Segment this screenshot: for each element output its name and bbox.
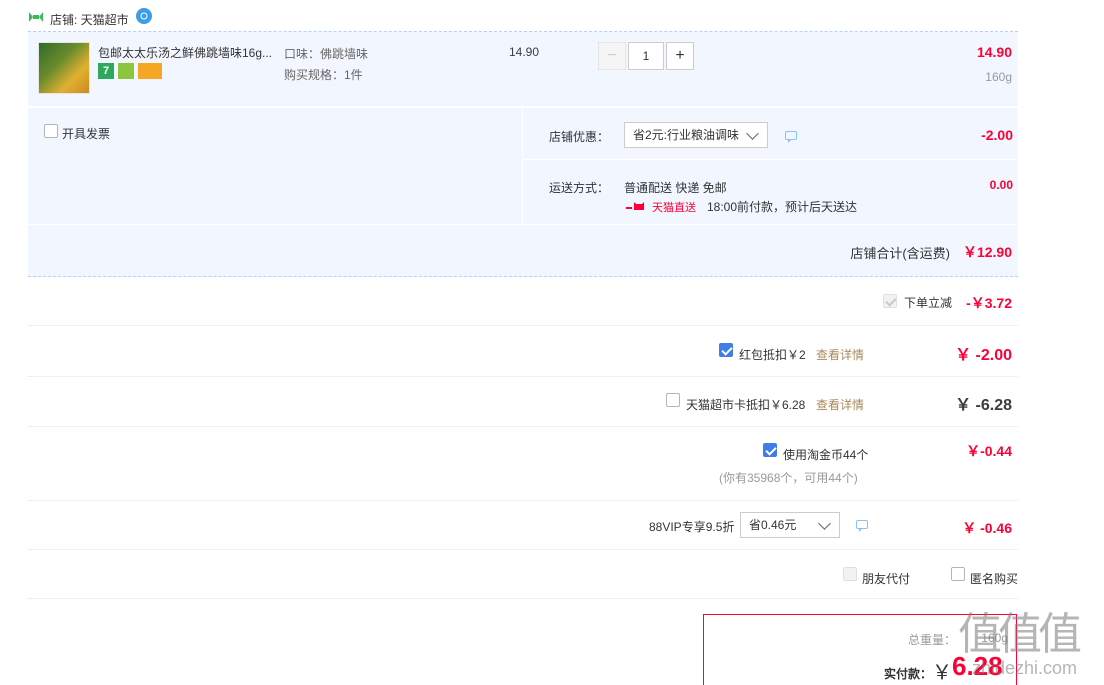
- tmall-card-label: 天猫超市卡抵扣￥6.28: [686, 398, 806, 412]
- tmall-logo-icon: [28, 11, 44, 23]
- wangwang-chat-icon[interactable]: [136, 8, 152, 24]
- watermark-site: zhidezhi.com: [972, 658, 1078, 678]
- quantity-minus-button[interactable]: −: [598, 42, 626, 70]
- divider: [28, 426, 1018, 427]
- vip-discount-selected: 省0.46元: [749, 518, 797, 532]
- shop-coupon-selected: 省2元:行业粮油调味: [633, 128, 740, 142]
- coupon-section: 店铺优惠： 省2元:行业粮油调味 -2.00 运送方式： 普通配送 快递 免邮 …: [522, 108, 1019, 224]
- shop-coupon-label: 店铺优惠：: [549, 130, 610, 144]
- vip-message-icon[interactable]: [856, 520, 868, 532]
- red-packet-details-link[interactable]: 查看详情: [816, 346, 864, 363]
- item-weight: 160g: [985, 70, 1012, 84]
- red-packet-amount: ￥ -2.00: [955, 347, 1012, 364]
- quantity-stepper: − 1 +: [598, 42, 694, 70]
- shop-total-amount: ￥12.90: [962, 244, 1012, 260]
- service-badge-card-icon[interactable]: [138, 63, 162, 79]
- item-subtotal: 14.90: [976, 44, 1012, 60]
- coupon-message-icon[interactable]: [785, 131, 797, 143]
- order-options-panel: 开具发票 店铺优惠： 省2元:行业粮油调味 -2.00 运送方式： 普通配送 快…: [28, 108, 1019, 277]
- tmall-direct-badge: 天猫直送: [652, 202, 696, 214]
- pay-label: 实付款：: [884, 667, 933, 681]
- shop-name[interactable]: 店铺: 天猫超市: [50, 11, 129, 28]
- chevron-down-icon: [746, 127, 759, 140]
- total-weight-label: 总重量：: [907, 633, 956, 647]
- shop-coupon-amount: -2.00: [981, 127, 1013, 143]
- gold-coin-checkbox[interactable]: [763, 443, 777, 457]
- quantity-input[interactable]: 1: [628, 42, 664, 70]
- instant-discount-amount: -￥3.72: [966, 295, 1012, 311]
- anonymous-purchase-label: 匿名购买: [970, 572, 1019, 586]
- vip-label: 88VIP专享9.5折: [649, 520, 735, 534]
- red-packet-label: 红包抵扣￥2: [739, 348, 806, 362]
- friend-pay-checkbox: [843, 567, 857, 581]
- gold-coin-amount: ￥-0.44: [966, 443, 1012, 459]
- watermark-text: 值值值: [958, 610, 1082, 659]
- red-packet-checkbox[interactable]: [719, 343, 733, 357]
- shop-total-divider: [28, 224, 1018, 225]
- gold-coin-sub: (你有35968个，可用44个): [719, 471, 858, 485]
- delivery-amount: 0.00: [989, 178, 1013, 192]
- divider: [28, 549, 1018, 550]
- item-row: 包邮太太乐汤之鲜佛跳墙味16g... 7 口味：佛跳墙味 购买规格：1件 14.…: [28, 32, 1018, 106]
- pay-currency: ￥: [932, 662, 952, 684]
- divider: [28, 376, 1018, 377]
- product-spec: 购买规格：1件: [284, 68, 363, 82]
- service-badge-quality-icon[interactable]: [118, 63, 134, 79]
- delivery-method: 普通配送 快递 免邮: [624, 181, 727, 195]
- tmall-card-amount: ￥ -6.28: [955, 397, 1012, 414]
- instant-discount-checkbox: [883, 294, 897, 308]
- divider: [28, 500, 1018, 501]
- tmall-card-details-link[interactable]: 查看详情: [816, 396, 864, 413]
- product-title[interactable]: 包邮太太乐汤之鲜佛跳墙味16g...: [98, 44, 278, 61]
- service-badge-7day-icon[interactable]: 7: [98, 63, 114, 79]
- friend-pay-label: 朋友代付: [862, 572, 911, 586]
- divider: [28, 598, 1018, 599]
- coupon-divider: [523, 159, 1019, 160]
- divider: [28, 325, 1018, 326]
- delivery-note: 18:00前付款，预计后天送达: [707, 200, 858, 214]
- shop-total-label: 店铺合计(含运费): [850, 246, 950, 261]
- tmall-direct-icon: [626, 200, 648, 210]
- shop-coupon-select[interactable]: 省2元:行业粮油调味: [624, 122, 768, 148]
- vip-discount-select[interactable]: 省0.46元: [740, 512, 840, 538]
- vip-discount-amount: ￥ -0.46: [962, 520, 1012, 536]
- delivery-label: 运送方式：: [549, 181, 610, 195]
- unit-price: 14.90: [509, 45, 540, 59]
- invoice-checkbox[interactable]: [44, 124, 58, 138]
- quantity-plus-button[interactable]: +: [666, 42, 694, 70]
- anonymous-purchase-checkbox[interactable]: [951, 567, 965, 581]
- gold-coin-label: 使用淘金币44个: [783, 448, 869, 462]
- product-thumbnail[interactable]: [38, 42, 90, 94]
- instant-discount-label: 下单立减: [904, 296, 953, 310]
- invoice-label: 开具发票: [62, 127, 111, 141]
- product-flavor: 口味：佛跳墙味: [284, 47, 369, 61]
- chevron-down-icon: [818, 517, 831, 530]
- tmall-card-checkbox[interactable]: [666, 393, 680, 407]
